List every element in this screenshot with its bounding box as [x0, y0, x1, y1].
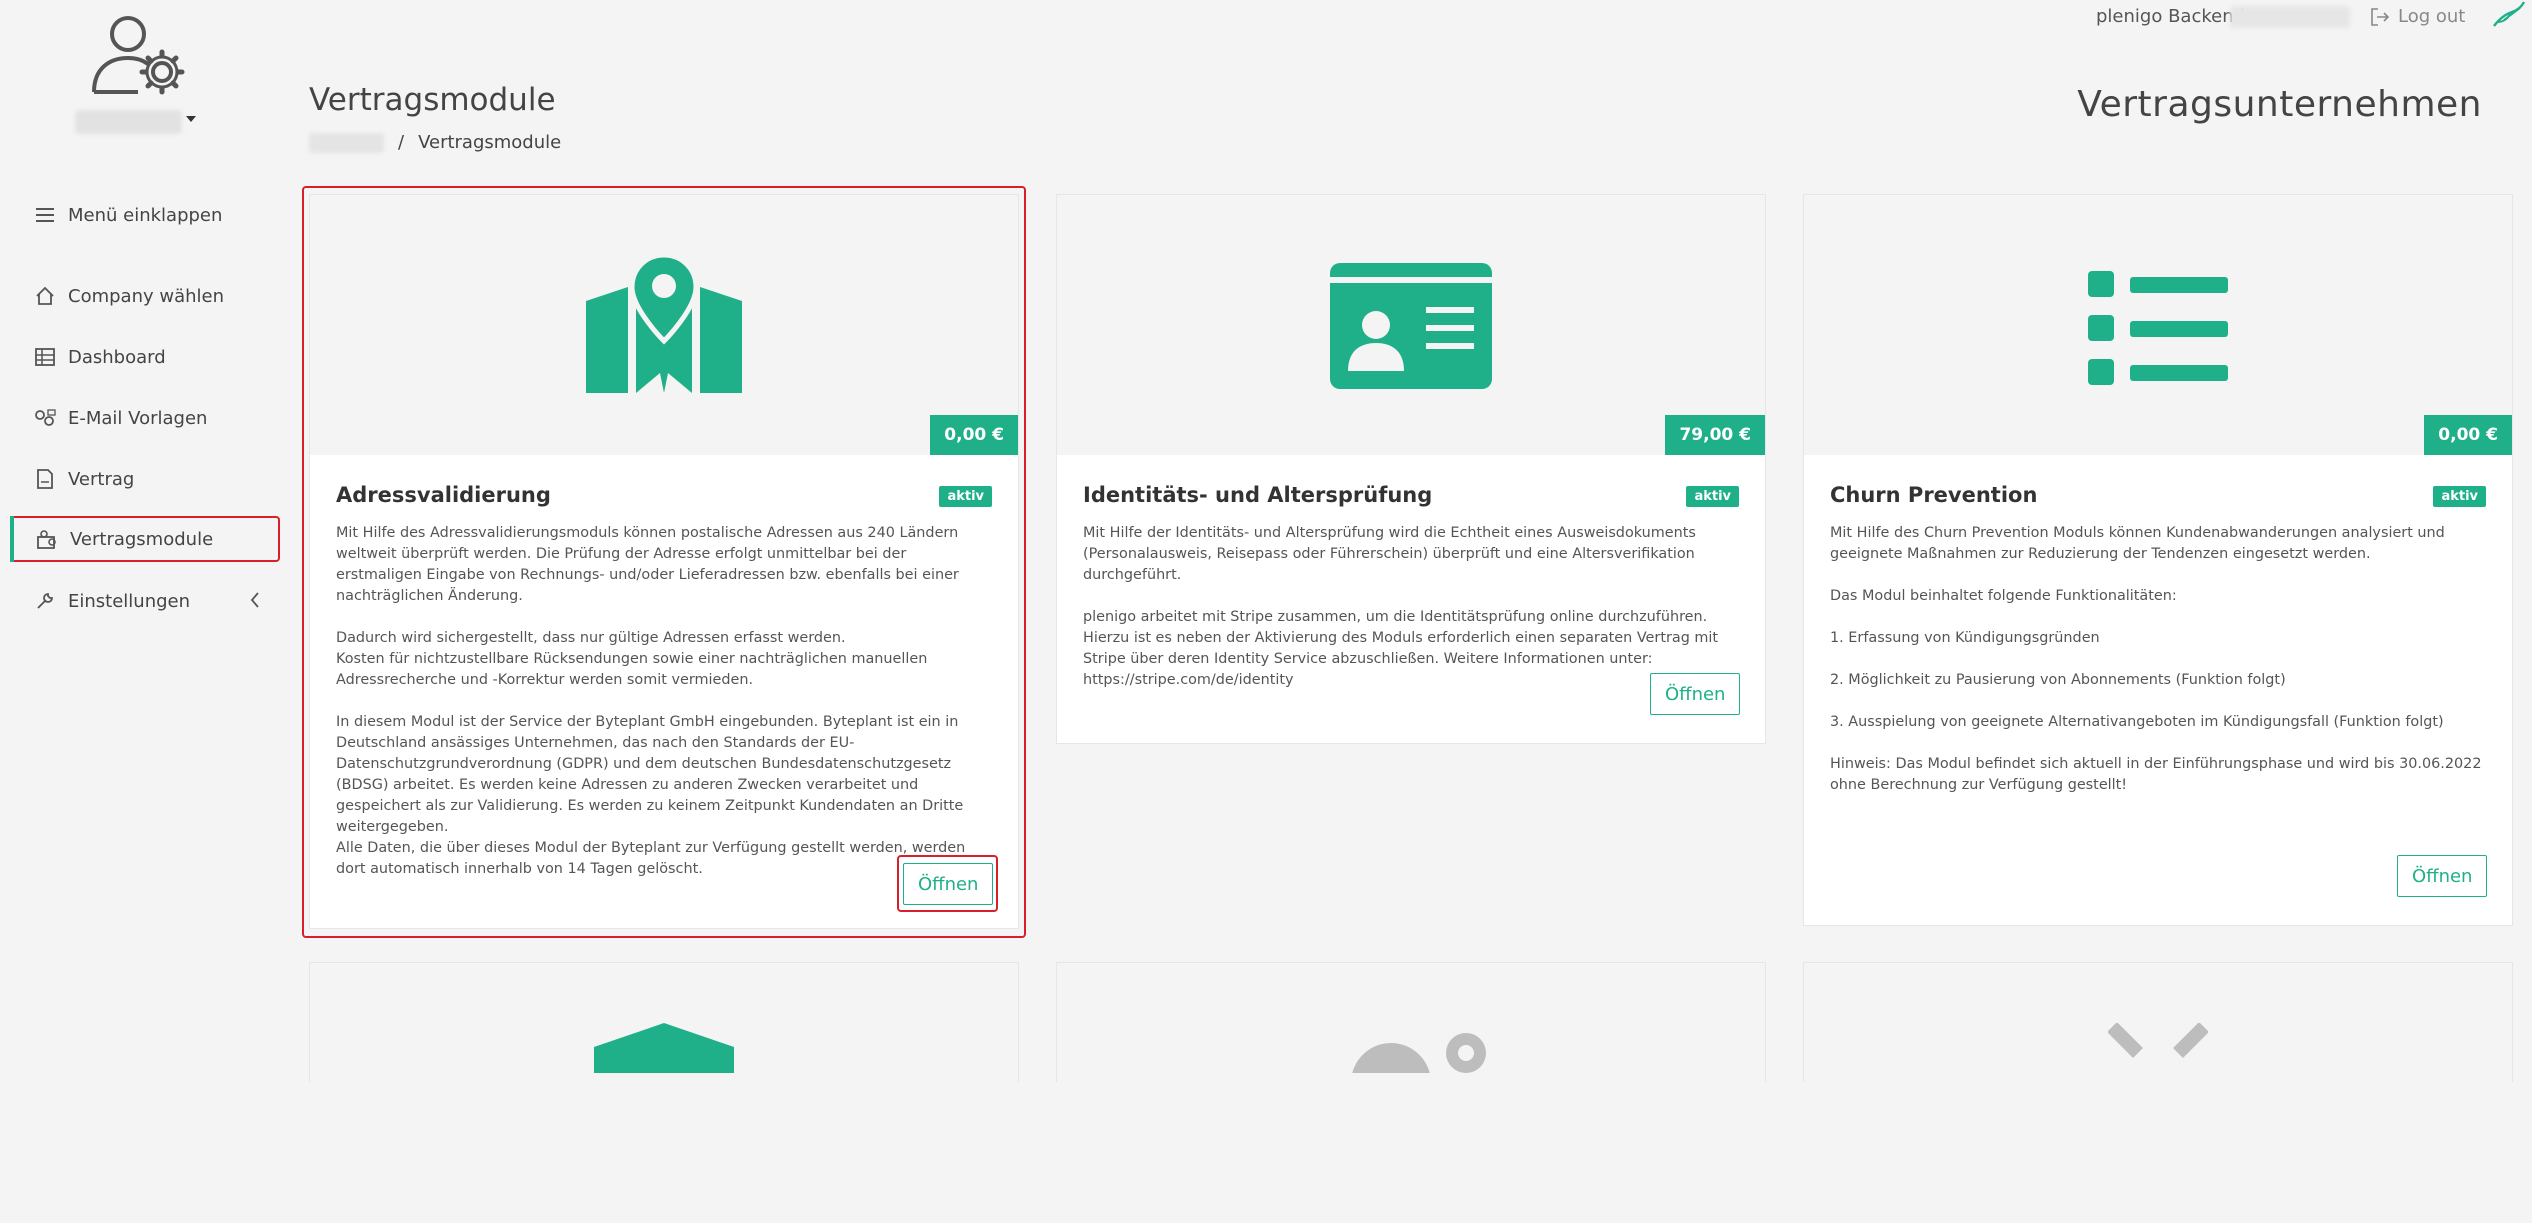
modules-icon	[36, 528, 58, 550]
card-image: 0,00 €	[1804, 195, 2512, 455]
card-title: Identitäts- und Altersprüfung	[1083, 483, 1433, 507]
id-card-icon	[1330, 263, 1492, 389]
breadcrumb-home[interactable]	[309, 132, 384, 153]
card-image	[1804, 963, 2512, 1223]
hamburger-icon	[34, 204, 56, 226]
plenigo-logo-icon	[2493, 1, 2526, 27]
price-badge: 79,00 €	[1665, 415, 1765, 455]
compress-arrows-icon	[2108, 1023, 2208, 1058]
open-button[interactable]: Öffnen	[1650, 673, 1741, 715]
sidebar-item-collapse-menu[interactable]: Menü einklappen	[10, 191, 280, 239]
sidebar-item-label: Company wählen	[68, 285, 224, 307]
open-button[interactable]: Öffnen	[2397, 855, 2488, 897]
wrench-icon	[34, 590, 56, 612]
sidebar-item-dashboard[interactable]: Dashboard	[10, 333, 280, 381]
highlight-outline	[302, 186, 1026, 938]
company-title: Vertragsunternehmen	[2077, 84, 2482, 125]
sidebar-item-einstellungen[interactable]: Einstellungen	[10, 577, 280, 625]
sidebar-item-company-waehlen[interactable]: Company wählen	[10, 272, 280, 320]
logout-label: Log out	[2398, 6, 2466, 27]
breadcrumb-separator: /	[398, 132, 405, 153]
open-button-highlight-outline	[897, 855, 998, 912]
logout-icon	[2371, 7, 2390, 26]
status-badge: aktiv	[1686, 486, 1739, 507]
card-title: Churn Prevention	[1830, 483, 2038, 507]
sidebar-item-email-vorlagen[interactable]: E-Mail Vorlagen	[10, 394, 280, 442]
backend-label: plenigo Backend	[2096, 6, 2246, 27]
module-card-partial	[1056, 962, 1766, 1223]
logout-button[interactable]: Log out	[2370, 6, 2465, 27]
card-image	[310, 963, 1018, 1223]
module-card-churn-prevention: 0,00 € Churn Prevention aktiv Mit Hilfe …	[1803, 194, 2513, 926]
page-title: Vertragsmodule	[309, 82, 556, 118]
chevron-left-icon[interactable]	[250, 591, 260, 609]
document-icon	[34, 468, 56, 490]
sidebar-item-label: Dashboard	[68, 346, 166, 368]
user-dropdown-caret-icon[interactable]	[186, 116, 196, 122]
sidebar-item-label: Menü einklappen	[68, 204, 223, 226]
status-badge: aktiv	[2433, 486, 2486, 507]
breadcrumb-current: Vertragsmodule	[418, 132, 562, 153]
sidebar-item-label: Einstellungen	[68, 590, 191, 612]
card-description: Mit Hilfe der Identitäts- und Altersprüf…	[1083, 525, 1719, 688]
sidebar: Menü einklappen Company wählen Dashboard…	[0, 0, 290, 1067]
sidebar-item-label: Vertrag	[68, 468, 135, 490]
price-badge: 0,00 €	[2424, 415, 2512, 455]
sidebar-item-vertragsmodule[interactable]: Vertragsmodule	[10, 516, 280, 562]
home-icon	[34, 285, 56, 307]
card-image	[1057, 963, 1765, 1223]
gears-icon	[1352, 1033, 1486, 1073]
list-icon	[2088, 271, 2228, 385]
module-card-partial	[309, 962, 1019, 1223]
user-name[interactable]	[75, 110, 182, 134]
card-image: 79,00 €	[1057, 195, 1765, 455]
table-icon	[34, 346, 56, 368]
sidebar-item-vertrag[interactable]: Vertrag	[10, 455, 280, 503]
graduation-cap-icon	[594, 1023, 734, 1073]
breadcrumb: / Vertragsmodule	[309, 132, 561, 153]
user-settings-icon	[92, 16, 185, 95]
card-description: Mit Hilfe des Churn Prevention Moduls kö…	[1830, 525, 2482, 793]
email-gear-icon	[34, 407, 56, 429]
module-card-identitaetspruefung: 79,00 € Identitäts- und Altersprüfung ak…	[1056, 194, 1766, 744]
module-card-partial	[1803, 962, 2513, 1223]
sidebar-item-label: Vertragsmodule	[70, 528, 214, 550]
user-email	[2230, 6, 2350, 28]
sidebar-item-label: E-Mail Vorlagen	[68, 407, 208, 429]
